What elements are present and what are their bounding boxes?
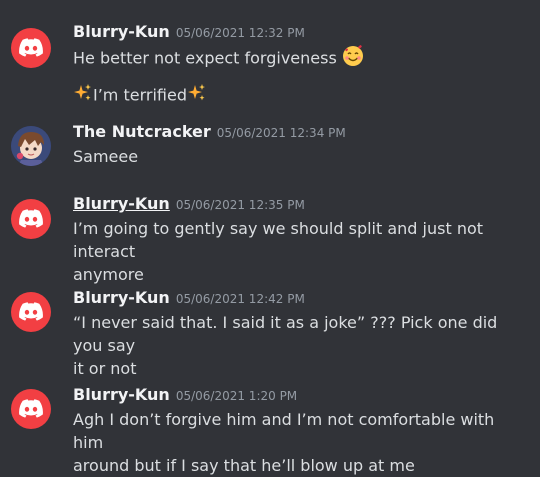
author-avatar[interactable] [11,28,51,68]
message-line: “I never said that. I said it as a joke”… [73,313,498,355]
author-avatar[interactable] [11,292,51,332]
message-line: anymore [73,265,144,284]
discord-logo-icon [19,302,43,321]
message-line: around but if I say that he’ll blow up a… [73,456,415,475]
timestamp[interactable]: 05/06/2021 12:42 PM [176,292,305,306]
message-4: Blurry-Kun 05/06/2021 12:42 PM “I never s… [0,288,540,378]
smiling-face-with-hearts-emoji[interactable] [342,45,364,73]
message-5: Blurry-Kun 05/06/2021 1:20 PM Agh I don’t… [0,385,540,475]
message-header: Blurry-Kun 05/06/2021 1:20 PM [73,385,297,404]
author-avatar[interactable] [11,126,51,166]
author-name[interactable]: Blurry-Kun [73,288,170,307]
sparkles-emoji[interactable] [187,83,207,109]
message-header: The Nutcracker 05/06/2021 12:34 PM [73,122,346,141]
discord-logo-icon [19,399,43,418]
message-content: He better not expect forgiveness I’m ter… [73,45,528,109]
message-line: Sameee [73,147,139,166]
message-content: Sameee [73,145,528,168]
message-content: I’m going to gently say we should split … [73,217,528,286]
timestamp[interactable]: 05/06/2021 12:35 PM [176,198,305,212]
message-2: The Nutcracker 05/06/2021 12:34 PM Sameee [0,122,540,170]
timestamp[interactable]: 05/06/2021 12:32 PM [176,26,305,40]
message-line: He better not expect forgiveness [73,45,528,73]
anime-avatar-icon [11,126,51,166]
author-avatar[interactable] [11,199,51,239]
author-name[interactable]: Blurry-Kun [73,385,170,404]
message-header: Blurry-Kun 05/06/2021 12:42 PM [73,288,305,307]
timestamp[interactable]: 05/06/2021 1:20 PM [176,389,297,403]
message-1: Blurry-Kun 05/06/2021 12:32 PM He better … [0,22,540,105]
message-header: Blurry-Kun 05/06/2021 12:32 PM [73,22,305,41]
author-avatar[interactable] [11,389,51,429]
message-header: Blurry-Kun 05/06/2021 12:35 PM [73,194,305,213]
discord-logo-icon [19,209,43,228]
author-name[interactable]: Blurry-Kun [73,194,170,213]
message-line: I’m going to gently say we should split … [73,219,484,261]
message-content: Agh I don’t forgive him and I’m not comf… [73,408,528,477]
author-name[interactable]: The Nutcracker [73,122,211,141]
author-name[interactable]: Blurry-Kun [73,22,170,41]
message-content: “I never said that. I said it as a joke”… [73,311,528,380]
message-line: it or not [73,359,137,378]
discord-logo-icon [19,38,43,57]
timestamp[interactable]: 05/06/2021 12:34 PM [217,126,346,140]
message-line: I’m terrified [73,83,528,109]
message-line: Agh I don’t forgive him and I’m not comf… [73,410,495,452]
message-3: Blurry-Kun 05/06/2021 12:35 PM I’m going … [0,194,540,284]
sparkles-emoji[interactable] [73,83,93,109]
